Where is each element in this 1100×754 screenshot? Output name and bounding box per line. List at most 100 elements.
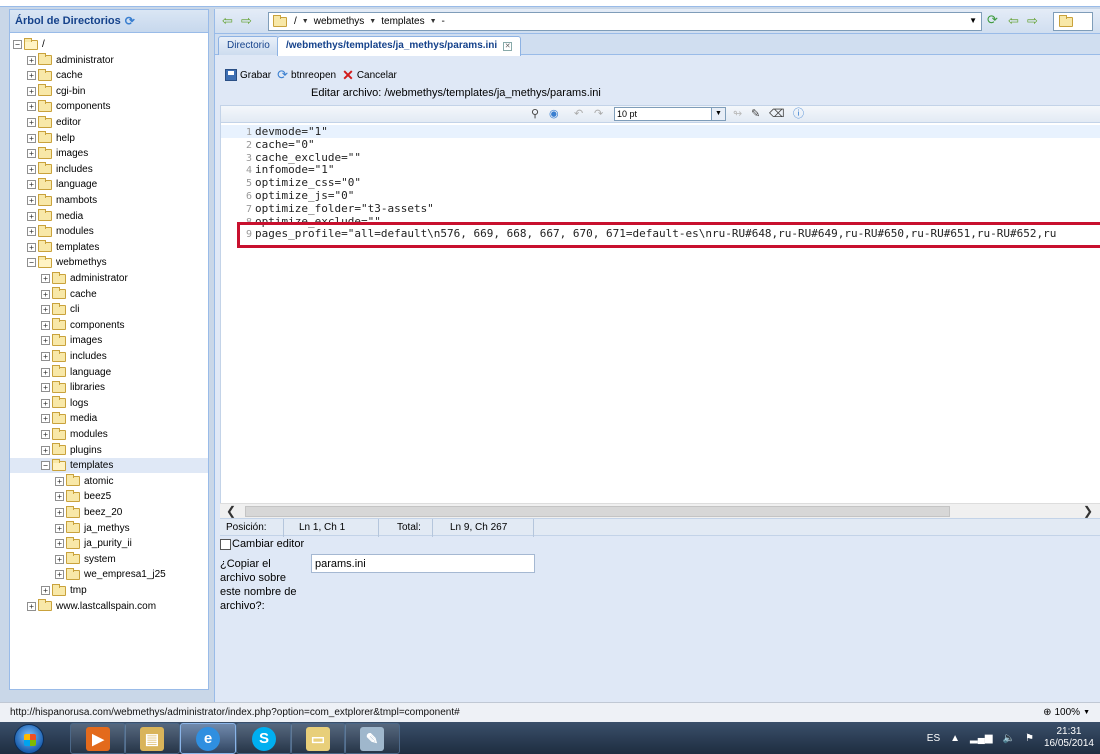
tree-item[interactable]: + administrator — [10, 53, 208, 68]
wrap-icon[interactable]: ↬ — [733, 108, 742, 120]
tree-item[interactable]: + libraries — [10, 380, 208, 395]
clock[interactable]: 21:31 16/05/2014 — [1044, 726, 1094, 750]
expand-icon[interactable]: + — [41, 398, 50, 408]
expand-icon[interactable]: + — [27, 71, 36, 81]
flag-icon[interactable]: ⚑ — [1025, 733, 1034, 744]
tree-item[interactable]: + language — [10, 365, 208, 380]
taskbar-media-player[interactable]: ▶ — [70, 723, 126, 754]
tree-item[interactable]: + we_empresa1_j25 — [10, 567, 208, 582]
tree-item[interactable]: + components — [10, 318, 208, 333]
expand-icon[interactable]: + — [27, 102, 36, 112]
expand-icon[interactable]: + — [27, 55, 36, 65]
back-arrow-icon-2[interactable]: ⇦ — [1008, 14, 1019, 27]
expand-icon[interactable]: + — [27, 227, 36, 237]
collapse-icon[interactable]: − — [27, 258, 36, 268]
tree-item[interactable]: + ja_purity_ii — [10, 536, 208, 551]
expand-icon[interactable]: + — [41, 320, 50, 330]
tree-item[interactable]: + www.lastcallspain.com — [10, 599, 208, 614]
tree-item[interactable]: + media — [10, 209, 208, 224]
save-button[interactable]: Grabar — [225, 69, 271, 81]
binoculars-icon[interactable]: ⚲ — [531, 108, 539, 120]
tree-item[interactable]: + system — [10, 552, 208, 567]
expand-icon[interactable]: + — [41, 305, 50, 315]
tree-item[interactable]: + cache — [10, 287, 208, 302]
expand-icon[interactable]: + — [55, 492, 64, 502]
tree-item[interactable]: + templates — [10, 240, 208, 255]
expand-icon[interactable]: + — [55, 476, 64, 486]
taskbar-folder[interactable]: ▭ — [290, 723, 346, 754]
tree-item[interactable]: + logs — [10, 396, 208, 411]
tab-directorio[interactable]: Directorio — [218, 36, 279, 55]
taskbar-explorer[interactable]: ▤ — [124, 723, 180, 754]
tree-item[interactable]: + help — [10, 131, 208, 146]
tree-item[interactable]: + components — [10, 99, 208, 114]
language-indicator[interactable]: ES — [927, 733, 940, 744]
expand-icon[interactable]: + — [27, 118, 36, 127]
tree-item[interactable]: + modules — [10, 427, 208, 442]
collapse-icon[interactable]: − — [41, 461, 50, 471]
expand-icon[interactable]: + — [41, 367, 50, 377]
network-icon[interactable]: ▂▄▆ — [970, 733, 992, 744]
crumb-root[interactable]: / — [294, 16, 297, 27]
tree-item[interactable]: + cli — [10, 302, 208, 317]
volume-icon[interactable]: 🔈 — [1003, 733, 1015, 744]
filename-input[interactable] — [311, 554, 535, 573]
expand-icon[interactable]: + — [27, 164, 36, 174]
tree-item[interactable]: + ja_methys — [10, 521, 208, 536]
code-editor[interactable]: 1 devmode="1" 2 cache="0" 3 cache_exclude="" 4… — [220, 123, 1100, 503]
expand-icon[interactable]: + — [41, 352, 50, 361]
undo-icon[interactable]: ↶ — [574, 108, 583, 120]
back-arrow-icon[interactable]: ⇦ — [222, 14, 233, 27]
expand-icon[interactable]: + — [41, 289, 50, 299]
expand-icon[interactable]: + — [55, 523, 64, 533]
tree-item[interactable]: − templates — [10, 458, 208, 474]
tree-item[interactable]: + administrator — [10, 271, 208, 286]
expand-icon[interactable]: + — [41, 586, 50, 595]
expand-icon[interactable]: + — [41, 383, 50, 393]
taskbar-internet-explorer[interactable]: e — [180, 723, 236, 754]
font-size-select[interactable]: 10 pt ▼ — [614, 107, 726, 121]
expand-icon[interactable]: + — [41, 445, 50, 455]
folder-view-box[interactable] — [1053, 12, 1093, 31]
redo-icon[interactable]: ↷ — [594, 108, 603, 120]
tree-item[interactable]: + media — [10, 411, 208, 426]
expand-icon[interactable]: + — [55, 508, 64, 517]
tree-item[interactable]: − / — [10, 37, 208, 52]
tree-item[interactable]: + beez_20 — [10, 505, 208, 520]
expand-icon[interactable]: + — [55, 554, 64, 564]
refresh-icon[interactable]: ⟳ — [987, 12, 998, 28]
cancel-button[interactable]: ✕ Cancelar — [342, 68, 397, 82]
help-icon[interactable]: ⓘ — [793, 108, 804, 120]
tree-item[interactable]: + cache — [10, 68, 208, 83]
tray-arrow-icon[interactable]: ▲ — [950, 733, 960, 744]
crumb-templates[interactable]: templates — [381, 16, 424, 27]
expand-icon[interactable]: + — [55, 570, 64, 580]
path-dropdown-icon[interactable]: ▼ — [969, 16, 977, 25]
tree-item[interactable]: + mambots — [10, 193, 208, 208]
scroll-right-icon[interactable]: ❯ — [1083, 504, 1093, 518]
forward-arrow-icon[interactable]: ⇨ — [241, 14, 252, 27]
tree-item[interactable]: + includes — [10, 162, 208, 177]
horizontal-scrollbar[interactable]: ❮ ❯ — [220, 503, 1100, 518]
goto-icon[interactable]: ◉ — [549, 108, 559, 120]
expand-icon[interactable]: + — [27, 180, 36, 190]
tree-refresh-icon[interactable]: ⟳ — [125, 14, 135, 28]
tree-item[interactable]: + includes — [10, 349, 208, 364]
change-editor-checkbox[interactable] — [220, 538, 231, 550]
expand-icon[interactable]: + — [27, 133, 36, 143]
tree-item[interactable]: + images — [10, 146, 208, 161]
scroll-left-icon[interactable]: ❮ — [226, 504, 236, 518]
tree-item[interactable]: − webmethys — [10, 255, 208, 270]
expand-icon[interactable]: + — [41, 274, 50, 283]
start-button[interactable] — [14, 724, 44, 754]
tree-item[interactable]: + language — [10, 177, 208, 192]
expand-icon[interactable]: + — [27, 196, 36, 205]
expand-icon[interactable]: + — [41, 336, 50, 346]
taskbar-skype[interactable]: S — [236, 723, 292, 754]
expand-icon[interactable]: + — [41, 414, 50, 424]
collapse-icon[interactable]: − — [13, 40, 22, 49]
tree-item[interactable]: + tmp — [10, 583, 208, 598]
zoom-control[interactable]: ⊕ 100% ▼ — [1043, 707, 1090, 718]
expand-icon[interactable]: + — [27, 211, 36, 221]
reopen-button[interactable]: ⟳ btnreopen — [277, 68, 336, 81]
